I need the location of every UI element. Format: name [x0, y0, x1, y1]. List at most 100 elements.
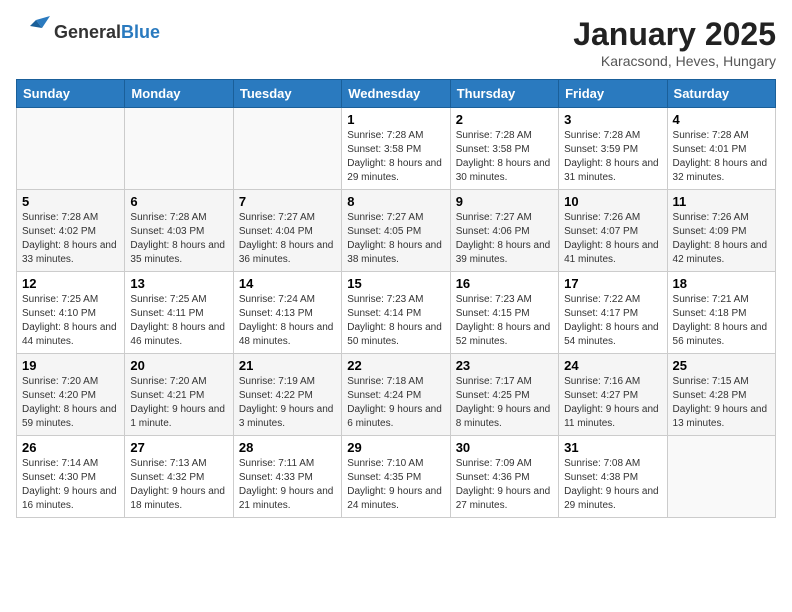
- calendar-title: January 2025: [573, 16, 776, 53]
- day-info: Sunrise: 7:28 AM Sunset: 3:59 PM Dayligh…: [564, 129, 661, 185]
- logo-icon: [16, 16, 50, 49]
- weekday-header-tuesday: Tuesday: [233, 80, 341, 108]
- weekday-header-thursday: Thursday: [450, 80, 558, 108]
- day-number: 3: [564, 112, 661, 127]
- day-number: 28: [239, 440, 336, 455]
- calendar-cell: 2Sunrise: 7:28 AM Sunset: 3:58 PM Daylig…: [450, 108, 558, 190]
- day-info: Sunrise: 7:25 AM Sunset: 4:10 PM Dayligh…: [22, 293, 119, 349]
- day-number: 11: [673, 194, 770, 209]
- calendar-cell: 16 Sunrise: 7:23 AM Sunset: 4:15 PM Dayli…: [450, 272, 558, 354]
- day-info: Sunrise: 7:24 AM Sunset: 4:13 PM Dayligh…: [239, 293, 336, 349]
- day-info: Sunrise: 7:20 AM Sunset: 4:20 PM Dayligh…: [22, 375, 119, 431]
- day-number: 18: [673, 276, 770, 291]
- weekday-header-row: SundayMondayTuesdayWednesdayThursdayFrid…: [17, 80, 776, 108]
- day-number: 27: [130, 440, 227, 455]
- calendar-cell: 3 Sunrise: 7:28 AM Sunset: 3:59 PM Daylig…: [559, 108, 667, 190]
- day-number: 4: [673, 112, 770, 127]
- day-info: Sunrise: 7:23 AM Sunset: 4:14 PM Dayligh…: [347, 293, 444, 349]
- calendar-cell: 14 Sunrise: 7:24 AM Sunset: 4:13 PM Dayli…: [233, 272, 341, 354]
- calendar-cell: 27Sunrise: 7:13 AM Sunset: 4:32 PM Dayli…: [125, 436, 233, 518]
- day-info: Sunrise: 7:27 AM Sunset: 4:04 PM Dayligh…: [239, 211, 336, 267]
- day-number: 2: [456, 112, 553, 127]
- calendar-cell: [233, 108, 341, 190]
- calendar-cell: 29Sunrise: 7:10 AM Sunset: 4:35 PM Dayli…: [342, 436, 450, 518]
- calendar-cell: 24 Sunrise: 7:16 AM Sunset: 4:27 PM Dayli…: [559, 354, 667, 436]
- day-info: Sunrise: 7:11 AM Sunset: 4:33 PM Dayligh…: [239, 457, 336, 513]
- day-info: Sunrise: 7:28 AM Sunset: 4:01 PM Dayligh…: [673, 129, 770, 185]
- calendar-cell: 18 Sunrise: 7:21 AM Sunset: 4:18 PM Dayli…: [667, 272, 775, 354]
- day-number: 6: [130, 194, 227, 209]
- day-number: 1: [347, 112, 444, 127]
- day-info: Sunrise: 7:26 AM Sunset: 4:07 PM Dayligh…: [564, 211, 661, 267]
- calendar-week-1: 1 Sunrise: 7:28 AM Sunset: 3:58 PM Daylig…: [17, 108, 776, 190]
- day-number: 31: [564, 440, 661, 455]
- weekday-header-saturday: Saturday: [667, 80, 775, 108]
- day-number: 12: [22, 276, 119, 291]
- logo-blue-text: Blue: [121, 22, 160, 42]
- day-number: 25: [673, 358, 770, 373]
- calendar-cell: 22Sunrise: 7:18 AM Sunset: 4:24 PM Dayli…: [342, 354, 450, 436]
- calendar-week-2: 5Sunrise: 7:28 AM Sunset: 4:02 PM Daylig…: [17, 190, 776, 272]
- day-info: Sunrise: 7:23 AM Sunset: 4:15 PM Dayligh…: [456, 293, 553, 349]
- weekday-header-friday: Friday: [559, 80, 667, 108]
- calendar-cell: 13 Sunrise: 7:25 AM Sunset: 4:11 PM Dayli…: [125, 272, 233, 354]
- day-number: 13: [130, 276, 227, 291]
- calendar-cell: [125, 108, 233, 190]
- calendar-cell: 30 Sunrise: 7:09 AM Sunset: 4:36 PM Dayli…: [450, 436, 558, 518]
- calendar-cell: 11Sunrise: 7:26 AM Sunset: 4:09 PM Dayli…: [667, 190, 775, 272]
- day-number: 30: [456, 440, 553, 455]
- day-info: Sunrise: 7:08 AM Sunset: 4:38 PM Dayligh…: [564, 457, 661, 513]
- day-number: 9: [456, 194, 553, 209]
- logo-general-text: General: [54, 22, 121, 42]
- calendar-week-5: 26Sunrise: 7:14 AM Sunset: 4:30 PM Dayli…: [17, 436, 776, 518]
- weekday-header-monday: Monday: [125, 80, 233, 108]
- day-info: Sunrise: 7:27 AM Sunset: 4:05 PM Dayligh…: [347, 211, 444, 267]
- day-number: 10: [564, 194, 661, 209]
- day-info: Sunrise: 7:25 AM Sunset: 4:11 PM Dayligh…: [130, 293, 227, 349]
- day-number: 14: [239, 276, 336, 291]
- calendar-cell: 25 Sunrise: 7:15 AM Sunset: 4:28 PM Dayli…: [667, 354, 775, 436]
- calendar-cell: 21Sunrise: 7:19 AM Sunset: 4:22 PM Dayli…: [233, 354, 341, 436]
- day-number: 20: [130, 358, 227, 373]
- calendar-cell: 12 Sunrise: 7:25 AM Sunset: 4:10 PM Dayli…: [17, 272, 125, 354]
- calendar-cell: 15 Sunrise: 7:23 AM Sunset: 4:14 PM Dayli…: [342, 272, 450, 354]
- day-info: Sunrise: 7:16 AM Sunset: 4:27 PM Dayligh…: [564, 375, 661, 431]
- day-info: Sunrise: 7:14 AM Sunset: 4:30 PM Dayligh…: [22, 457, 119, 513]
- weekday-header-wednesday: Wednesday: [342, 80, 450, 108]
- day-info: Sunrise: 7:15 AM Sunset: 4:28 PM Dayligh…: [673, 375, 770, 431]
- day-number: 16: [456, 276, 553, 291]
- calendar-cell: 20 Sunrise: 7:20 AM Sunset: 4:21 PM Dayli…: [125, 354, 233, 436]
- calendar-week-3: 12 Sunrise: 7:25 AM Sunset: 4:10 PM Dayli…: [17, 272, 776, 354]
- day-number: 21: [239, 358, 336, 373]
- calendar-subtitle: Karacsond, Heves, Hungary: [573, 53, 776, 69]
- day-number: 8: [347, 194, 444, 209]
- logo: GeneralBlue: [16, 16, 160, 49]
- calendar-cell: 17 Sunrise: 7:22 AM Sunset: 4:17 PM Dayli…: [559, 272, 667, 354]
- day-number: 24: [564, 358, 661, 373]
- day-info: Sunrise: 7:28 AM Sunset: 4:02 PM Dayligh…: [22, 211, 119, 267]
- calendar-cell: 8 Sunrise: 7:27 AM Sunset: 4:05 PM Daylig…: [342, 190, 450, 272]
- day-number: 23: [456, 358, 553, 373]
- day-number: 7: [239, 194, 336, 209]
- calendar-cell: 26Sunrise: 7:14 AM Sunset: 4:30 PM Dayli…: [17, 436, 125, 518]
- calendar-cell: 9Sunrise: 7:27 AM Sunset: 4:06 PM Daylig…: [450, 190, 558, 272]
- day-info: Sunrise: 7:21 AM Sunset: 4:18 PM Dayligh…: [673, 293, 770, 349]
- calendar-cell: 4 Sunrise: 7:28 AM Sunset: 4:01 PM Daylig…: [667, 108, 775, 190]
- day-number: 15: [347, 276, 444, 291]
- calendar-cell: 23 Sunrise: 7:17 AM Sunset: 4:25 PM Dayli…: [450, 354, 558, 436]
- day-info: Sunrise: 7:17 AM Sunset: 4:25 PM Dayligh…: [456, 375, 553, 431]
- calendar-cell: 7 Sunrise: 7:27 AM Sunset: 4:04 PM Daylig…: [233, 190, 341, 272]
- page-header: GeneralBlue January 2025 Karacsond, Heve…: [16, 16, 776, 69]
- day-info: Sunrise: 7:20 AM Sunset: 4:21 PM Dayligh…: [130, 375, 227, 431]
- calendar-cell: 28 Sunrise: 7:11 AM Sunset: 4:33 PM Dayli…: [233, 436, 341, 518]
- calendar-cell: [17, 108, 125, 190]
- day-number: 17: [564, 276, 661, 291]
- day-number: 19: [22, 358, 119, 373]
- calendar-cell: 19 Sunrise: 7:20 AM Sunset: 4:20 PM Dayli…: [17, 354, 125, 436]
- day-info: Sunrise: 7:22 AM Sunset: 4:17 PM Dayligh…: [564, 293, 661, 349]
- calendar-cell: 10 Sunrise: 7:26 AM Sunset: 4:07 PM Dayli…: [559, 190, 667, 272]
- day-info: Sunrise: 7:09 AM Sunset: 4:36 PM Dayligh…: [456, 457, 553, 513]
- day-info: Sunrise: 7:28 AM Sunset: 3:58 PM Dayligh…: [347, 129, 444, 185]
- weekday-header-sunday: Sunday: [17, 80, 125, 108]
- calendar-week-4: 19 Sunrise: 7:20 AM Sunset: 4:20 PM Dayli…: [17, 354, 776, 436]
